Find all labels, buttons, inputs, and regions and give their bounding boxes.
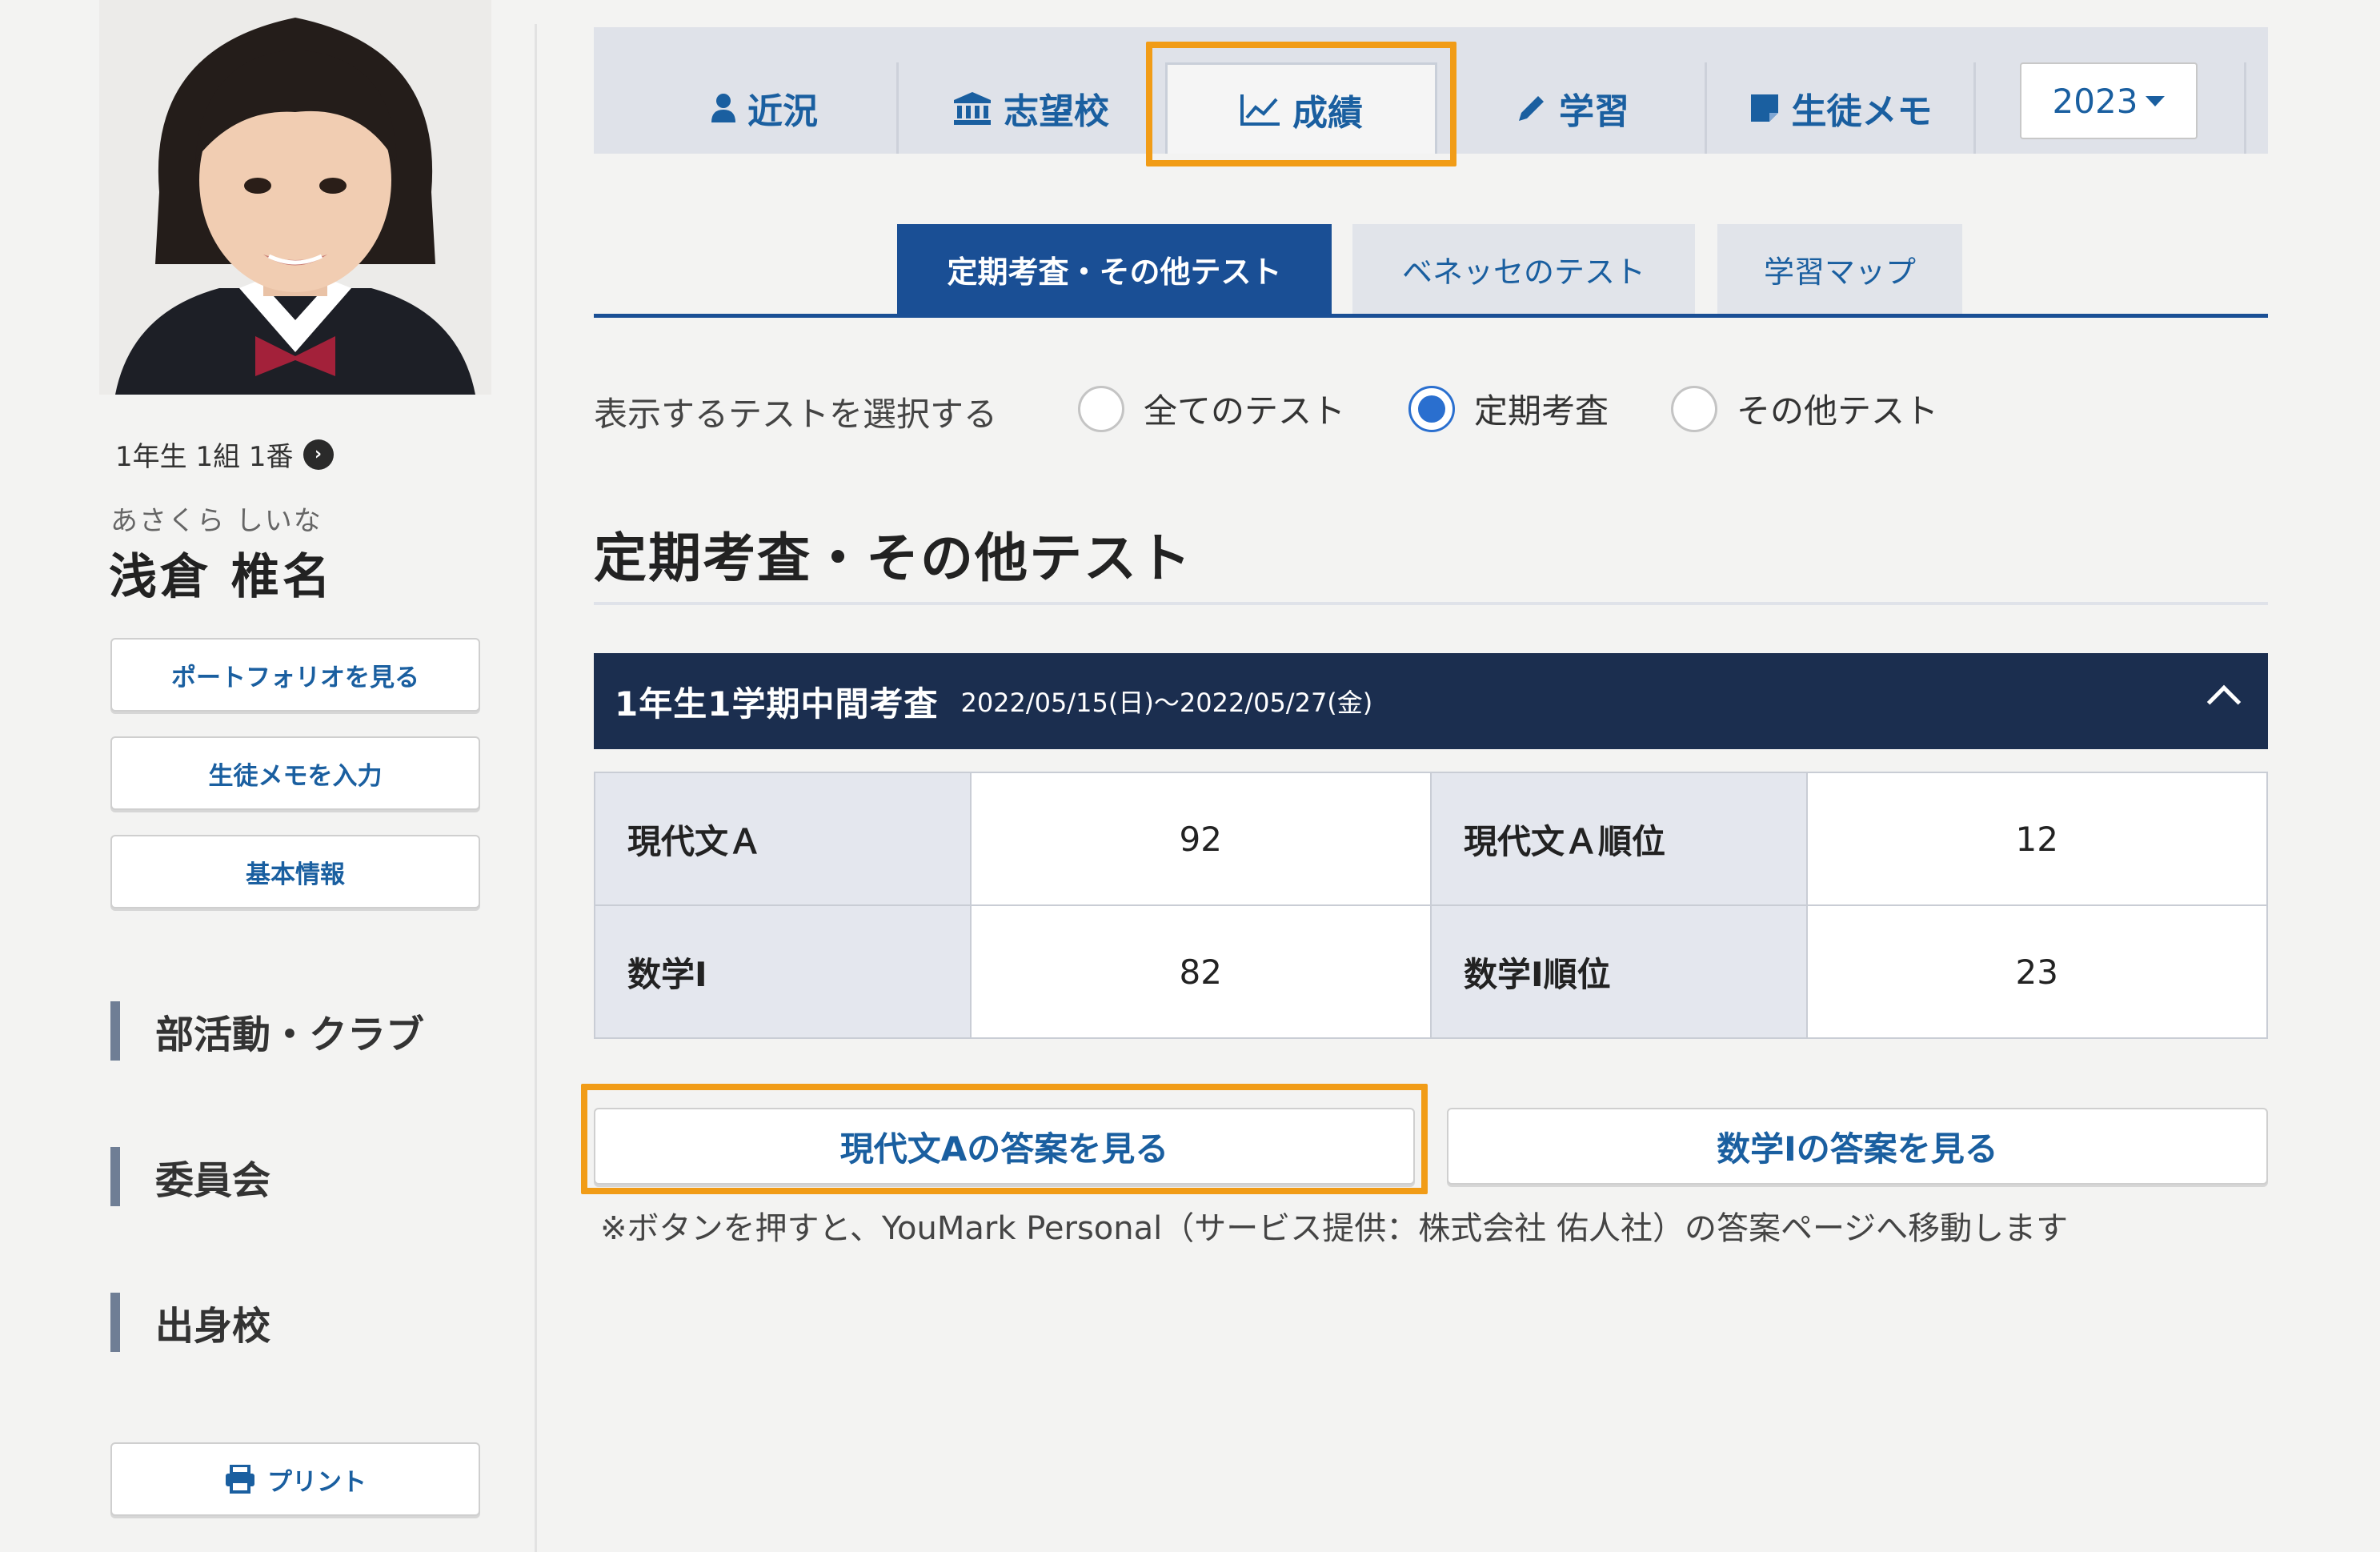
pencil-icon — [1519, 96, 1544, 121]
radio-other-tests-label: その他テスト — [1737, 391, 1939, 431]
subtab-periodic-tests-label: 定期考査・その他テスト — [947, 254, 1282, 290]
score-value: 82 — [969, 904, 1432, 1039]
radio-other-tests[interactable]: その他テスト — [1671, 384, 1938, 433]
tab-study[interactable]: 学習 — [1440, 62, 1705, 154]
radio-other-tests-circle[interactable] — [1671, 385, 1717, 432]
page-title: 定期考査・その他テスト — [594, 527, 1192, 589]
year-select-value: 2023 — [2052, 81, 2138, 121]
chevron-up-icon[interactable] — [2206, 684, 2242, 720]
subtab-benesse-tests-label: ベネッセのテスト — [1401, 254, 1645, 290]
tab-recent[interactable]: 近況 — [632, 62, 896, 154]
student-class-link[interactable]: 1年生 1組 1番 › — [115, 435, 334, 474]
student-name: 浅倉 椎名 — [109, 549, 334, 605]
subject-label: 現代文Ａ — [594, 772, 972, 906]
section-committee: 委員会 — [110, 1147, 270, 1206]
tab-recent-label: 近況 — [747, 91, 818, 132]
section-committee-label: 委員会 — [155, 1158, 271, 1203]
tab-student-memo-label: 生徒メモ — [1791, 91, 1933, 132]
portfolio-button[interactable]: ポートフォリオを見る — [110, 638, 480, 712]
tab-grades-label: 成績 — [1292, 92, 1363, 134]
rank-value: 12 — [1805, 772, 2269, 906]
tab-target-school[interactable]: 志望校 — [899, 62, 1163, 154]
radio-periodic-tests-label: 定期考査 — [1474, 391, 1609, 431]
view-math-answer-label: 数学Iの答案を見る — [1717, 1129, 1998, 1169]
school-icon — [954, 92, 991, 125]
view-japanese-answer-button[interactable]: 現代文Aの答案を見る — [594, 1108, 1415, 1185]
caret-down-icon — [2146, 95, 2166, 106]
tab-grades[interactable]: 成績 — [1165, 62, 1437, 154]
rank-label: 数学Ⅰ順位 — [1429, 904, 1808, 1039]
basic-info-button-label: 基本情報 — [246, 860, 345, 889]
subtab-learning-map[interactable]: 学習マップ — [1717, 224, 1962, 314]
memo-icon — [1750, 94, 1778, 122]
radio-periodic-tests-circle[interactable] — [1408, 385, 1455, 432]
student-photo — [99, 0, 491, 395]
tab-student-memo[interactable]: 生徒メモ — [1707, 62, 1973, 154]
subtab-underline — [594, 314, 2268, 318]
rank-value: 23 — [1805, 904, 2269, 1039]
exam-header[interactable]: 1年生1学期中間考査 2022/05/15(日)〜2022/05/27(金) — [594, 653, 2268, 749]
radio-all-tests-label: 全てのテスト — [1144, 391, 1346, 431]
table-row: 現代文Ａ 92 現代文Ａ順位 12 — [594, 772, 2269, 906]
section-previous-school: 出身校 — [110, 1293, 270, 1352]
exam-name: 1年生1学期中間考査 — [615, 684, 939, 724]
title-divider — [594, 602, 2268, 605]
rank-label: 現代文Ａ順位 — [1429, 772, 1808, 906]
score-value: 92 — [969, 772, 1432, 906]
sidebar-divider — [535, 24, 537, 1552]
chevron-right-circle-icon: › — [303, 439, 334, 470]
answer-note: ※ボタンを押すと、YouMark Personal（サービス提供：株式会社 佑人… — [600, 1210, 2069, 1247]
radio-all-tests[interactable]: 全てのテスト — [1078, 384, 1345, 433]
section-clubs: 部活動・クラブ — [110, 1001, 424, 1061]
student-memo-button[interactable]: 生徒メモを入力 — [110, 736, 480, 810]
print-button-label: プリント — [267, 1467, 367, 1497]
radio-periodic-tests[interactable]: 定期考査 — [1408, 384, 1609, 433]
tab-study-label: 学習 — [1559, 91, 1629, 132]
subtab-learning-map-label: 学習マップ — [1763, 254, 1916, 290]
test-filter-prompt: 表示するテストを選択する — [594, 395, 998, 434]
view-japanese-answer-label: 現代文Aの答案を見る — [839, 1129, 1169, 1169]
subject-label: 数学Ⅰ — [594, 904, 972, 1039]
section-previous-school-label: 出身校 — [155, 1304, 271, 1349]
student-class-text: 1年生 1組 1番 — [115, 441, 294, 473]
tab-separator — [2244, 62, 2246, 154]
print-button[interactable]: プリント — [110, 1442, 480, 1516]
basic-info-button[interactable]: 基本情報 — [110, 835, 480, 908]
table-row: 数学Ⅰ 82 数学Ⅰ順位 23 — [594, 904, 2269, 1039]
exam-dates: 2022/05/15(日)〜2022/05/27(金) — [960, 688, 1373, 718]
tab-target-school-label: 志望校 — [1004, 91, 1109, 132]
user-icon — [711, 94, 735, 122]
year-select[interactable]: 2023 — [2020, 62, 2198, 139]
subtab-periodic-tests[interactable]: 定期考査・その他テスト — [897, 224, 1332, 314]
view-math-answer-button[interactable]: 数学Iの答案を見る — [1447, 1108, 2268, 1185]
portfolio-button-label: ポートフォリオを見る — [171, 663, 419, 692]
student-memo-button-label: 生徒メモを入力 — [208, 761, 383, 791]
chart-line-icon — [1240, 94, 1280, 126]
section-clubs-label: 部活動・クラブ — [155, 1013, 425, 1057]
subtab-benesse-tests[interactable]: ベネッセのテスト — [1352, 224, 1695, 314]
printer-icon — [226, 1465, 254, 1494]
scores-table: 現代文Ａ 92 現代文Ａ順位 12 数学Ⅰ 82 数学Ⅰ順位 23 — [594, 772, 2269, 1039]
student-furigana: あさくら しいな — [110, 505, 323, 537]
radio-all-tests-circle[interactable] — [1078, 385, 1124, 432]
tab-separator — [1973, 62, 1976, 154]
